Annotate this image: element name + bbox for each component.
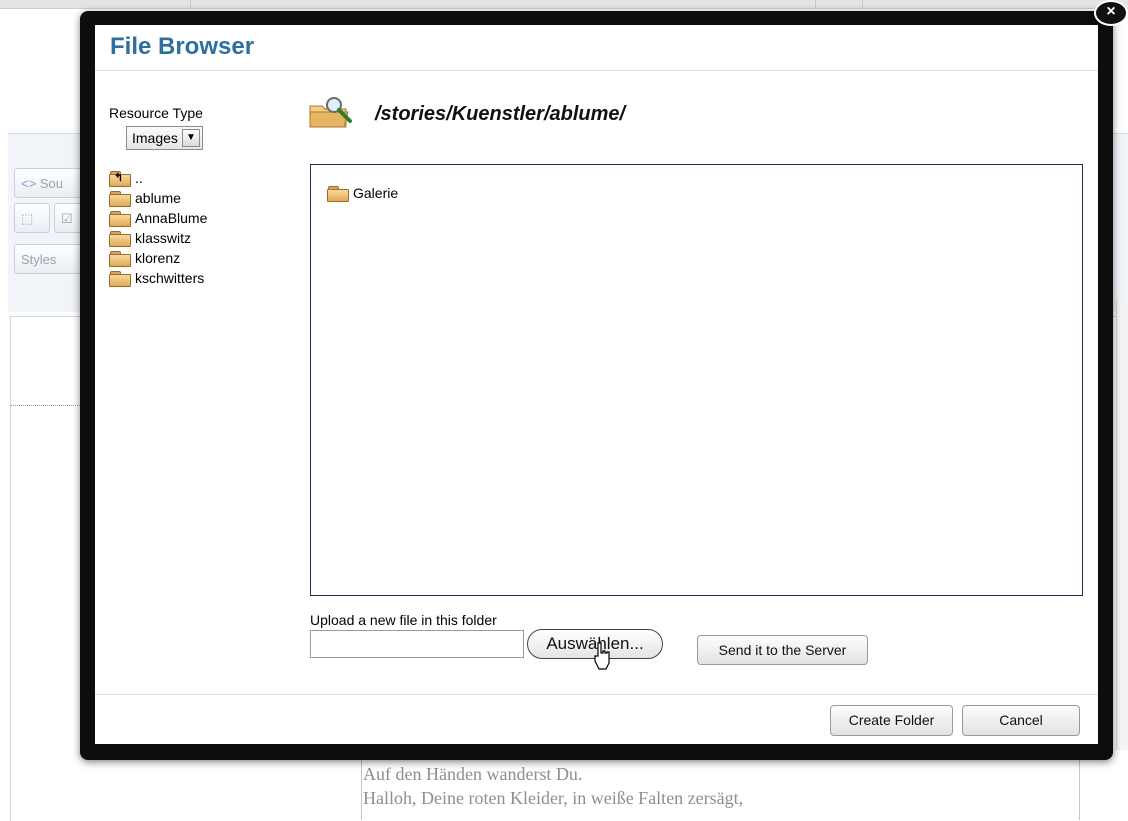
folder-icon [327,185,349,202]
upload-file-input[interactable] [310,630,524,658]
top-bar-divider [862,0,863,8]
folder-item-parent[interactable]: ↰ .. [109,168,207,188]
folder-search-icon [309,97,352,128]
dialog-title: File Browser [110,33,255,60]
source-icon: <> [21,176,37,191]
footer-divider [95,694,1098,695]
browser-top-bar [0,0,1128,9]
source-button-label: Sou [39,176,63,191]
folder-label: ablume [135,190,181,206]
cancel-button[interactable]: Cancel [962,705,1080,736]
top-bar-divider [815,0,816,8]
select-all-icon: ⬚ [21,211,34,226]
folder-item-klorenz[interactable]: klorenz [109,248,207,268]
top-bar-divider [190,0,191,8]
hand-cursor-icon [594,642,610,670]
resource-type-value: Images [132,130,178,146]
chevron-down-icon[interactable]: ▼ [182,129,200,147]
content-line: Auf den Händen wanderst Du. [363,764,583,784]
send-to-server-button[interactable]: Send it to the Server [697,635,868,665]
page-break-marker [10,405,80,406]
folder-icon [109,190,131,207]
upload-label: Upload a new file in this folder [310,612,497,628]
title-divider [95,70,1098,71]
folder-tree: ↰ .. ablume AnnaBlume klasswitz klorenz … [109,168,207,288]
folder-up-icon: ↰ [109,170,131,187]
current-path: /stories/Kuenstler/ablume/ [375,103,626,125]
folder-icon [109,230,131,247]
folder-item-ablume[interactable]: ablume [109,188,207,208]
resource-type-label: Resource Type [109,105,203,121]
file-list-pane[interactable]: Galerie [310,164,1083,596]
folder-label: .. [135,170,143,186]
folder-item-klasswitz[interactable]: klasswitz [109,228,207,248]
editor-scrollbar[interactable] [1116,300,1128,750]
styles-dropdown-label: Styles [21,252,57,267]
folder-icon [109,250,131,267]
file-item-galerie[interactable]: Galerie [327,185,399,202]
folder-label: kschwitters [135,270,205,286]
folder-icon [109,270,131,287]
folder-label: klasswitz [135,230,192,246]
content-line: Halloh, Deine roten Kleider, in weiße Fa… [363,788,744,808]
folder-icon [109,210,131,227]
checkbox-icon: ☑ [61,211,73,226]
folder-item-kschwitters[interactable]: kschwitters [109,268,207,288]
folder-label: AnnaBlume [135,210,208,226]
close-icon[interactable]: × [1094,0,1128,26]
file-label: Galerie [353,185,399,201]
create-folder-button[interactable]: Create Folder [830,705,953,736]
select-all-button[interactable]: ⬚ [14,203,50,233]
resource-type-select[interactable]: Images ▼ [126,126,203,150]
styles-dropdown[interactable]: Styles [14,244,86,274]
folder-label: klorenz [135,250,181,266]
folder-item-annablume[interactable]: AnnaBlume [109,208,207,228]
